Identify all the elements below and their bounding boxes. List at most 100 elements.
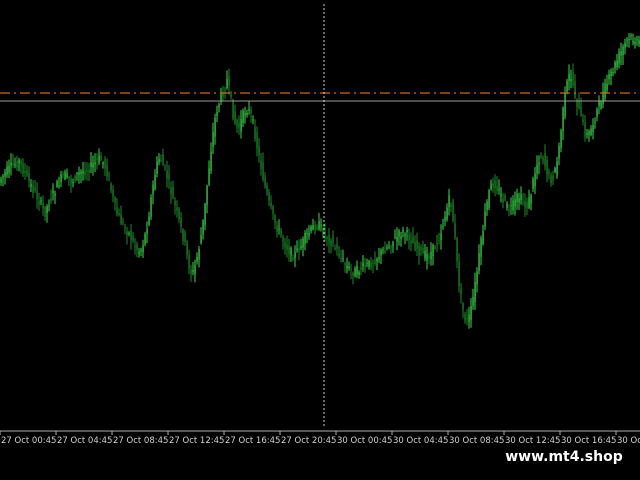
candle-body-20 bbox=[40, 200, 42, 202]
candle-body-190 bbox=[380, 250, 382, 256]
candle-body-201 bbox=[402, 229, 404, 233]
candle-body-315 bbox=[630, 35, 632, 37]
candle-body-27 bbox=[54, 193, 56, 196]
candle-body-283 bbox=[566, 81, 568, 92]
candle-body-274 bbox=[548, 171, 550, 174]
candle-body-275 bbox=[550, 175, 552, 184]
candle-body-74 bbox=[148, 216, 150, 225]
candle-body-155 bbox=[310, 226, 312, 231]
candle-body-220 bbox=[440, 233, 442, 241]
candle-body-296 bbox=[592, 124, 594, 133]
candle-body-208 bbox=[416, 240, 418, 250]
time-tick-label-1: 27 Oct 04:45 bbox=[57, 436, 112, 446]
candle-body-174 bbox=[348, 266, 350, 269]
candle-body-41 bbox=[82, 171, 84, 174]
candle-body-70 bbox=[140, 249, 142, 252]
candle-body-6 bbox=[12, 163, 14, 165]
candlestick-series bbox=[0, 33, 640, 329]
candle-body-295 bbox=[590, 128, 592, 136]
candle-body-281 bbox=[562, 107, 564, 132]
candle-body-268 bbox=[536, 164, 538, 174]
candle-body-60 bbox=[120, 214, 122, 224]
candle-body-168 bbox=[336, 243, 338, 249]
candle-body-203 bbox=[406, 230, 408, 232]
candle-body-36 bbox=[72, 181, 74, 184]
candle-body-117 bbox=[234, 111, 236, 124]
candle-body-39 bbox=[78, 172, 80, 175]
candle-body-164 bbox=[328, 234, 330, 244]
candle-body-137 bbox=[274, 215, 276, 223]
candle-body-132 bbox=[264, 176, 266, 187]
candle-body-115 bbox=[230, 92, 232, 98]
candle-body-92 bbox=[184, 232, 186, 242]
candle-body-185 bbox=[370, 262, 372, 268]
candle-body-143 bbox=[286, 244, 288, 251]
candle-body-87 bbox=[174, 200, 176, 206]
candle-body-261 bbox=[522, 202, 524, 203]
candle-body-240 bbox=[480, 238, 482, 257]
candle-body-313 bbox=[626, 39, 628, 41]
candle-body-56 bbox=[112, 189, 114, 197]
candle-body-45 bbox=[90, 161, 92, 167]
candle-body-5 bbox=[10, 162, 12, 166]
candle-body-236 bbox=[472, 296, 474, 307]
candle-body-68 bbox=[136, 243, 138, 250]
candle-body-16 bbox=[32, 185, 34, 194]
candle-body-235 bbox=[470, 306, 472, 320]
candle-body-107 bbox=[214, 118, 216, 137]
candle-body-13 bbox=[26, 170, 28, 176]
candle-body-46 bbox=[92, 163, 94, 168]
candle-body-21 bbox=[42, 202, 44, 209]
candle-body-279 bbox=[558, 146, 560, 159]
candle-body-184 bbox=[368, 260, 370, 267]
candle-body-307 bbox=[614, 62, 616, 69]
candle-body-311 bbox=[622, 46, 624, 55]
candle-body-54 bbox=[108, 175, 110, 177]
candle-body-55 bbox=[110, 183, 112, 191]
candle-body-306 bbox=[612, 72, 614, 74]
candle-body-73 bbox=[146, 229, 148, 234]
candle-body-197 bbox=[394, 236, 396, 238]
time-tick-label-7: 30 Oct 04:45 bbox=[393, 436, 448, 446]
candle-body-71 bbox=[142, 245, 144, 253]
candle-body-202 bbox=[404, 234, 406, 237]
candle-body-218 bbox=[436, 242, 438, 245]
candle-body-206 bbox=[412, 236, 414, 243]
candle-body-81 bbox=[162, 154, 164, 165]
candle-body-256 bbox=[512, 200, 514, 211]
candle-body-251 bbox=[502, 198, 504, 203]
candle-body-277 bbox=[554, 167, 556, 172]
candle-body-241 bbox=[482, 231, 484, 244]
price-chart[interactable]: 27 Oct 00:45 27 Oct 04:45 27 Oct 08:45 27 O… bbox=[0, 0, 640, 480]
candle-body-271 bbox=[542, 157, 544, 161]
candle-body-303 bbox=[606, 83, 608, 91]
candle-body-276 bbox=[552, 175, 554, 181]
candle-body-237 bbox=[474, 282, 476, 303]
candle-body-222 bbox=[444, 216, 446, 221]
candle-body-62 bbox=[124, 226, 126, 228]
candle-body-116 bbox=[232, 99, 234, 119]
candle-body-213 bbox=[426, 254, 428, 261]
candle-body-170 bbox=[340, 257, 342, 259]
candle-body-49 bbox=[98, 155, 100, 163]
candle-body-59 bbox=[118, 213, 120, 216]
candle-body-133 bbox=[266, 185, 268, 194]
candle-body-42 bbox=[84, 170, 86, 176]
candle-body-173 bbox=[346, 266, 348, 269]
candle-body-217 bbox=[434, 247, 436, 249]
candle-body-231 bbox=[462, 303, 464, 310]
candle-body-69 bbox=[138, 252, 140, 254]
candle-body-188 bbox=[376, 258, 378, 262]
candle-body-262 bbox=[524, 201, 526, 208]
candle-body-148 bbox=[296, 248, 298, 251]
candle-body-28 bbox=[56, 181, 58, 187]
candle-body-50 bbox=[100, 156, 102, 160]
candle-body-154 bbox=[308, 233, 310, 236]
candle-body-7 bbox=[14, 164, 16, 166]
candle-body-44 bbox=[88, 169, 90, 173]
candle-body-15 bbox=[30, 184, 32, 187]
candle-body-176 bbox=[352, 272, 354, 276]
candle-body-153 bbox=[306, 233, 308, 235]
candle-body-205 bbox=[410, 240, 412, 244]
candle-body-280 bbox=[560, 130, 562, 149]
